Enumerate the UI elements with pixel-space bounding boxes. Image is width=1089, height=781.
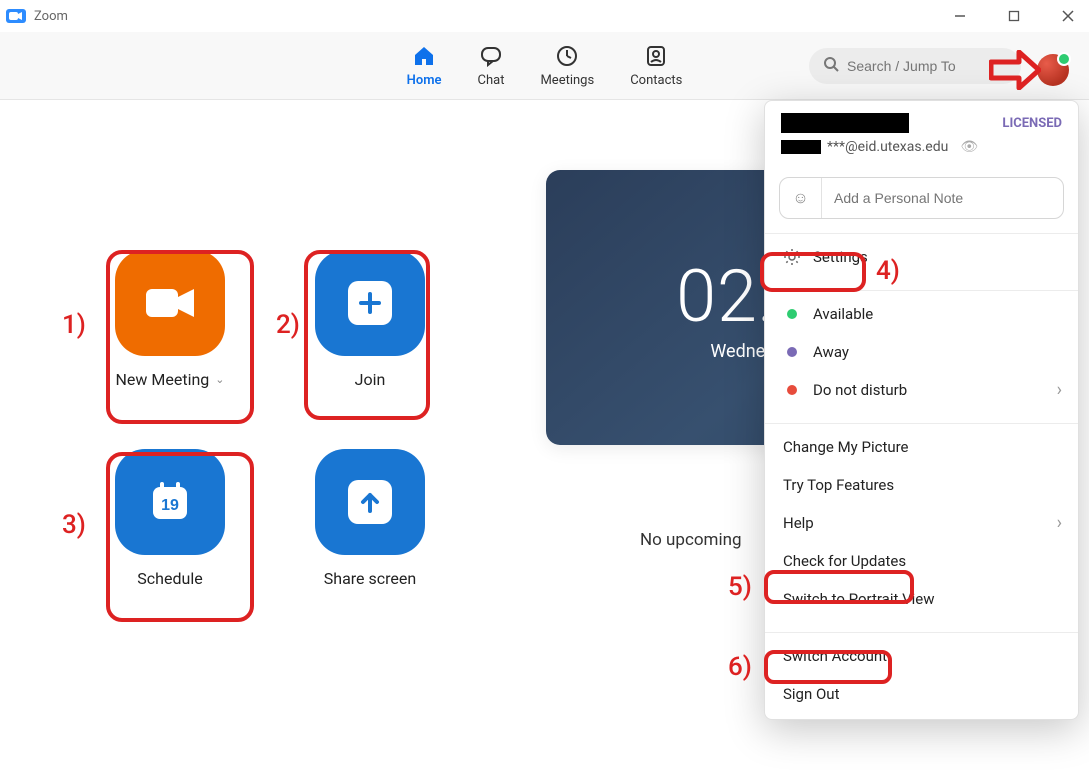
email-redacted — [781, 140, 821, 154]
annotation-arrow — [989, 50, 1041, 94]
menu-status-dnd[interactable]: Do not disturb › — [765, 371, 1078, 409]
no-meetings-text: No upcoming — [640, 530, 742, 550]
menu-help[interactable]: Help › — [765, 504, 1078, 542]
window-controls — [947, 10, 1081, 22]
join-label: Join — [355, 370, 386, 389]
close-button[interactable] — [1055, 10, 1081, 22]
clock-icon — [554, 43, 580, 69]
separator — [765, 423, 1078, 424]
emoji-icon[interactable]: ☺ — [780, 178, 822, 218]
annotation-num-1: 1) — [62, 310, 86, 340]
home-icon — [411, 43, 437, 69]
tab-chat[interactable]: Chat — [478, 43, 505, 88]
chevron-right-icon: › — [1057, 380, 1062, 401]
tab-contacts-label: Contacts — [630, 73, 682, 88]
menu-change-picture[interactable]: Change My Picture — [765, 428, 1078, 466]
profile-avatar[interactable] — [1037, 54, 1069, 86]
tab-home-label: Home — [407, 73, 442, 88]
annotation-num-3: 3) — [62, 510, 86, 540]
title-left: Zoom — [6, 9, 68, 24]
license-badge: LICENSED — [1002, 116, 1062, 131]
header: Home Chat Meetings Contacts — [0, 32, 1089, 100]
menu-switch-account[interactable]: Switch Account — [765, 637, 1078, 675]
tab-meetings-label: Meetings — [540, 73, 594, 88]
menu-settings[interactable]: Settings — [765, 238, 1078, 276]
zoom-app-icon — [6, 9, 26, 23]
change-picture-label: Change My Picture — [783, 438, 909, 456]
tab-chat-label: Chat — [478, 73, 505, 88]
sign-out-label: Sign Out — [783, 685, 839, 703]
chevron-down-icon[interactable]: ⌄ — [215, 373, 224, 386]
menu-settings-label: Settings — [813, 248, 868, 266]
menu-portrait[interactable]: Switch to Portrait View — [765, 580, 1078, 618]
separator — [765, 233, 1078, 234]
share-screen-button[interactable] — [315, 449, 425, 555]
profile-dropdown: LICENSED ***@eid.utexas.edu 👁 ☺ Settings… — [764, 100, 1079, 720]
menu-status-available[interactable]: Available — [765, 295, 1078, 333]
gear-icon — [783, 249, 801, 265]
menu-status-away[interactable]: Away — [765, 333, 1078, 371]
annotation-num-2: 2) — [276, 310, 300, 340]
profile-header: LICENSED ***@eid.utexas.edu 👁 — [765, 101, 1078, 163]
eye-icon[interactable]: 👁 — [960, 139, 978, 155]
status-away-label: Away — [813, 343, 849, 361]
personal-note-input[interactable] — [822, 190, 1063, 206]
upload-icon — [348, 480, 392, 524]
video-icon — [142, 283, 198, 323]
switch-account-label: Switch Account — [783, 647, 887, 665]
status-dot-green — [787, 309, 797, 319]
titlebar: Zoom — [0, 0, 1089, 32]
action-join: Join — [300, 250, 440, 389]
tab-meetings[interactable]: Meetings — [540, 43, 594, 88]
join-button[interactable] — [315, 250, 425, 356]
new-meeting-text: New Meeting — [116, 370, 210, 389]
menu-try-features[interactable]: Try Top Features — [765, 466, 1078, 504]
annotation-num-5: 5) — [728, 572, 752, 602]
status-available-label: Available — [813, 305, 873, 323]
schedule-button[interactable]: 19 — [115, 449, 225, 555]
new-meeting-label[interactable]: New Meeting ⌄ — [116, 370, 225, 389]
app-title: Zoom — [34, 9, 68, 24]
email-suffix: ***@eid.utexas.edu — [827, 139, 948, 155]
plus-icon — [348, 281, 392, 325]
calendar-icon: 19 — [145, 477, 195, 527]
personal-note[interactable]: ☺ — [779, 177, 1064, 219]
menu-sign-out[interactable]: Sign Out — [765, 675, 1078, 713]
nav-tabs: Home Chat Meetings Contacts — [407, 43, 683, 88]
status-dot-dnd — [787, 385, 797, 395]
status-dot-away — [787, 347, 797, 357]
home-actions: New Meeting ⌄ Join 19 Schedule — [100, 250, 440, 588]
search-input[interactable] — [847, 58, 1007, 74]
separator — [765, 632, 1078, 633]
share-screen-label: Share screen — [324, 569, 416, 588]
try-features-label: Try Top Features — [783, 476, 894, 494]
maximize-button[interactable] — [1001, 10, 1027, 22]
chat-icon — [478, 43, 504, 69]
new-meeting-button[interactable] — [115, 250, 225, 356]
check-updates-label: Check for Updates — [783, 552, 906, 570]
contacts-icon — [643, 43, 669, 69]
tab-home[interactable]: Home — [407, 43, 442, 88]
status-dnd-label: Do not disturb — [813, 381, 907, 399]
profile-name-redacted — [781, 113, 909, 133]
action-share-screen: Share screen — [300, 449, 440, 588]
help-label: Help — [783, 514, 814, 532]
annotation-num-4: 4) — [876, 256, 900, 286]
svg-text:19: 19 — [161, 497, 179, 514]
portrait-label: Switch to Portrait View — [783, 590, 935, 608]
search-icon — [823, 56, 839, 76]
schedule-label: Schedule — [137, 569, 202, 588]
profile-email: ***@eid.utexas.edu 👁 — [781, 139, 1062, 155]
minimize-button[interactable] — [947, 10, 973, 22]
tab-contacts[interactable]: Contacts — [630, 43, 682, 88]
menu-check-updates[interactable]: Check for Updates — [765, 542, 1078, 580]
chevron-right-icon: › — [1057, 513, 1062, 534]
main: New Meeting ⌄ Join 19 Schedule — [0, 100, 1089, 781]
annotation-num-6: 6) — [728, 652, 752, 682]
action-new-meeting: New Meeting ⌄ — [100, 250, 240, 389]
separator — [765, 290, 1078, 291]
action-schedule: 19 Schedule — [100, 449, 240, 588]
